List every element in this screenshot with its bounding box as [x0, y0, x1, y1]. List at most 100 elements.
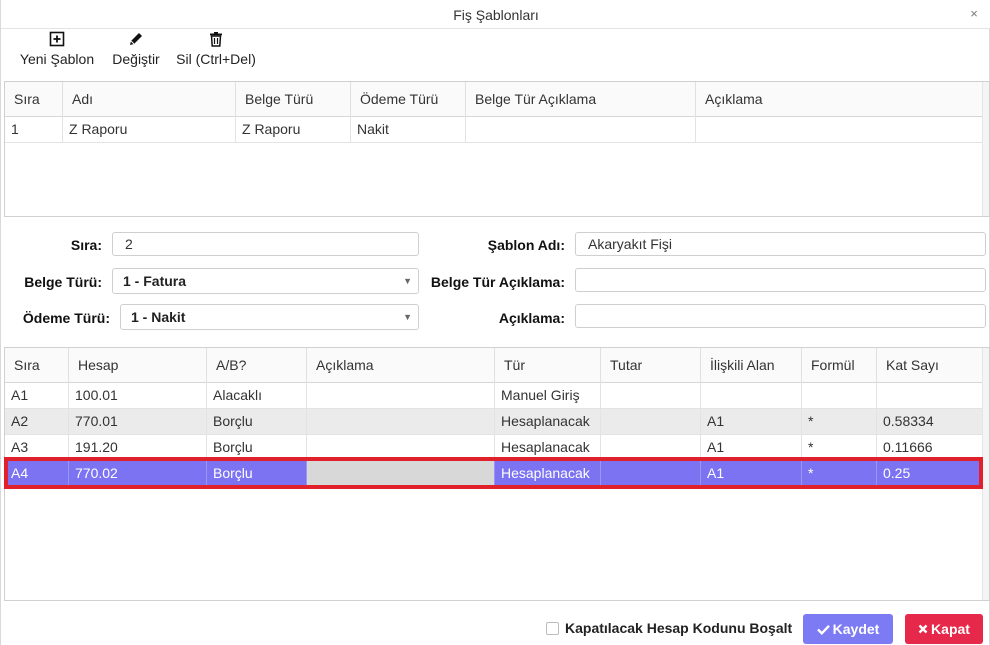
table-cell: Alacaklı: [207, 383, 307, 409]
column-header[interactable]: Adı: [63, 82, 236, 117]
table-cell: [466, 117, 696, 143]
table-cell: A1: [5, 383, 69, 409]
x-icon: [918, 614, 928, 644]
table-cell: 0.11666: [877, 435, 983, 461]
column-header[interactable]: Tür: [495, 348, 601, 383]
table-cell: 1: [5, 117, 63, 143]
sira-label: Sıra:: [70, 237, 102, 253]
table-cell: Z Raporu: [236, 117, 351, 143]
check-icon: [816, 614, 830, 644]
belge-turu-value: 1 - Fatura: [123, 273, 187, 289]
table-cell: *: [802, 409, 877, 435]
belge-turu-label: Belge Türü:: [24, 274, 102, 290]
table-cell: Borçlu: [207, 409, 307, 435]
close-icon[interactable]: ×: [967, 6, 981, 21]
column-header[interactable]: A/B?: [207, 348, 307, 383]
column-header[interactable]: Açıklama: [307, 348, 495, 383]
window-title: Fiş Şablonları: [453, 7, 539, 23]
table-cell: [307, 383, 495, 409]
table-cell-editing[interactable]: [307, 461, 495, 487]
lines-grid: Sıra Hesap A/B? Açıklama Tür Tutar İlişk…: [4, 347, 990, 601]
table-cell: Z Raporu: [63, 117, 236, 143]
chevron-down-icon: ▼: [403, 276, 412, 286]
column-header[interactable]: Hesap: [69, 348, 207, 383]
new-template-button[interactable]: Yeni Şablon: [19, 31, 95, 71]
table-cell: Borçlu: [207, 461, 307, 487]
belge-turu-select[interactable]: 1 - Fatura ▼: [112, 268, 419, 294]
save-button[interactable]: Kaydet: [803, 614, 893, 644]
save-label: Kaydet: [832, 621, 880, 637]
table-cell: *: [802, 435, 877, 461]
clear-account-code-checkbox[interactable]: [546, 622, 559, 635]
odeme-turu-label: Ödeme Türü:: [22, 310, 110, 326]
column-header[interactable]: Açıklama: [696, 82, 983, 117]
delete-label: Sil (Ctrl+Del): [176, 51, 256, 67]
table-cell: [877, 383, 983, 409]
column-header[interactable]: Tutar: [601, 348, 701, 383]
aciklama-field[interactable]: [575, 304, 986, 328]
pencil-icon: [110, 31, 162, 51]
table-row[interactable]: A2 770.01 Borçlu Hesaplanacak A1 * 0.583…: [5, 409, 983, 435]
table-cell: Hesaplanacak: [495, 461, 601, 487]
clear-account-code-label: Kapatılacak Hesap Kodunu Boşalt: [565, 620, 793, 636]
table-cell: A1: [701, 461, 802, 487]
title-bar: Fiş Şablonları ×: [1, 0, 990, 29]
column-header[interactable]: Sıra: [5, 348, 69, 383]
delete-button[interactable]: Sil (Ctrl+Del): [176, 31, 256, 71]
table-cell: [307, 435, 495, 461]
trash-icon: [176, 31, 256, 51]
column-header[interactable]: Ödeme Türü: [351, 82, 466, 117]
odeme-turu-select[interactable]: 1 - Nakit ▼: [120, 304, 419, 330]
belge-tur-aciklama-label: Belge Tür Açıklama:: [430, 274, 565, 290]
aciklama-label: Açıklama:: [498, 310, 565, 326]
table-cell: 191.20: [69, 435, 207, 461]
close-button[interactable]: Kapat: [905, 614, 983, 644]
table-row-selected[interactable]: A4 770.02 Borçlu Hesaplanacak A1 * 0.25: [5, 461, 983, 487]
table-cell: A3: [5, 435, 69, 461]
table-cell: [601, 435, 701, 461]
table-cell: A2: [5, 409, 69, 435]
sablon-adi-label: Şablon Adı:: [487, 237, 565, 253]
new-template-label: Yeni Şablon: [19, 51, 95, 67]
table-cell: 770.02: [69, 461, 207, 487]
edit-button[interactable]: Değiştir: [110, 31, 162, 71]
chevron-down-icon: ▼: [403, 312, 412, 322]
table-cell: [701, 383, 802, 409]
dialog-window: Fiş Şablonları × Yeni Şablon Değiştir Si…: [0, 0, 990, 645]
table-cell: Borçlu: [207, 435, 307, 461]
sira-field[interactable]: 2: [112, 232, 419, 256]
sablon-adi-field[interactable]: Akaryakıt Fişi: [575, 232, 986, 256]
templates-grid: Sıra Adı Belge Türü Ödeme Türü Belge Tür…: [4, 81, 990, 217]
table-cell: [802, 383, 877, 409]
column-header[interactable]: Kat Sayı: [877, 348, 983, 383]
table-cell: 0.25: [877, 461, 983, 487]
templates-grid-header: Sıra Adı Belge Türü Ödeme Türü Belge Tür…: [5, 82, 983, 117]
table-cell: A4: [5, 461, 69, 487]
column-header[interactable]: İlişkili Alan: [701, 348, 802, 383]
table-row[interactable]: A3 191.20 Borçlu Hesaplanacak A1 * 0.116…: [5, 435, 983, 461]
table-cell: [601, 383, 701, 409]
table-cell: Hesaplanacak: [495, 409, 601, 435]
table-cell: Manuel Giriş: [495, 383, 601, 409]
table-row[interactable]: 1 Z Raporu Z Raporu Nakit: [5, 117, 983, 143]
column-header[interactable]: Belge Tür Açıklama: [466, 82, 696, 117]
lines-grid-header: Sıra Hesap A/B? Açıklama Tür Tutar İlişk…: [5, 348, 983, 383]
table-cell: 100.01: [69, 383, 207, 409]
belge-tur-aciklama-field[interactable]: [575, 268, 986, 292]
column-header[interactable]: Formül: [802, 348, 877, 383]
table-cell: [307, 409, 495, 435]
table-cell: 770.01: [69, 409, 207, 435]
table-cell: *: [802, 461, 877, 487]
table-cell: Nakit: [351, 117, 466, 143]
table-cell: 0.58334: [877, 409, 983, 435]
column-header[interactable]: Sıra: [5, 82, 63, 117]
scrollbar[interactable]: [982, 82, 989, 216]
table-cell: [601, 461, 701, 487]
table-cell: A1: [701, 409, 802, 435]
plus-square-icon: [19, 31, 95, 51]
table-cell: [601, 409, 701, 435]
scrollbar[interactable]: [982, 348, 989, 600]
table-cell: [696, 117, 983, 143]
table-row[interactable]: A1 100.01 Alacaklı Manuel Giriş: [5, 383, 983, 409]
column-header[interactable]: Belge Türü: [236, 82, 351, 117]
